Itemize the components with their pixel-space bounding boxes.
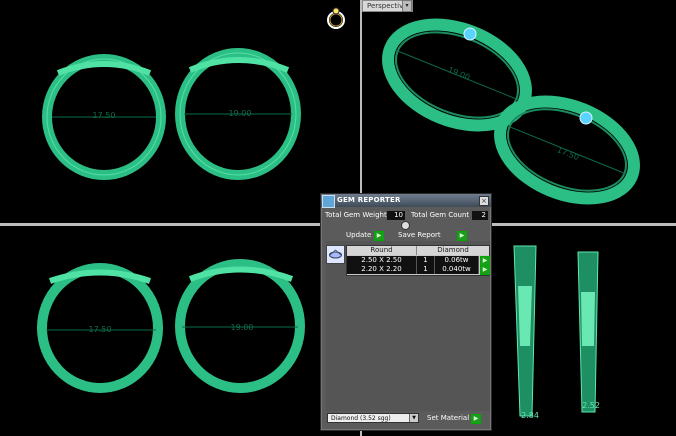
total-gem-count-label: Total Gem Count (411, 211, 470, 219)
set-material-label: Set Material (427, 414, 470, 422)
ring-size-label: 19.00 (447, 65, 472, 82)
viewport-top-left[interactable]: 17.50 19.00 (0, 0, 360, 223)
gem-count-cell: 1 (417, 256, 435, 265)
gem-thumbnail-icon[interactable] (326, 245, 345, 264)
ring-size-label: 17.50 (89, 325, 112, 334)
ring-width-label: 2.52 (582, 401, 600, 410)
total-gem-weight-label: Total Gem Weight (325, 211, 387, 219)
ring-front-view-top: 17.50 19.00 (42, 48, 301, 180)
column-header-diamond[interactable]: Diamond (417, 246, 489, 255)
ring-perspective-view: 19.00 17.50 (382, 18, 640, 205)
close-button[interactable]: × (479, 196, 489, 206)
ring-size-label: 17.50 (556, 145, 581, 162)
gem-count-cell: 1 (417, 265, 435, 274)
save-report-button[interactable]: ▶ (457, 231, 467, 241)
gem-weight-cell: 0.040tw (435, 265, 479, 274)
update-button[interactable]: ▶ (374, 231, 384, 241)
total-gem-count-value: 2 (472, 211, 488, 220)
collapse-toggle[interactable] (401, 221, 410, 230)
gem-reporter-icon (322, 195, 335, 208)
gem-reporter-titlebar[interactable]: GEM REPORTER × (321, 194, 491, 208)
gem-table: Round Diamond 2.50 X 2.50 1 0.06tw ▶ 2.2… (346, 245, 490, 276)
total-gem-weight-value: 10 (387, 211, 405, 220)
ring-width-label: 2.84 (521, 411, 539, 420)
gem-reporter-panel: GEM REPORTER × Total Gem Weight 10 Total… (320, 193, 492, 431)
gem-size-cell: 2.20 X 2.20 (347, 265, 417, 274)
view-cube-ring-icon[interactable] (326, 5, 346, 31)
viewport-bottom-left[interactable]: 17.50 19.00 (0, 226, 360, 436)
update-label: Update (346, 231, 372, 239)
ring-size-label: 17.50 (93, 111, 116, 120)
material-select[interactable]: Diamond (3.52 sgg) ▼ (327, 413, 419, 423)
material-select-value: Diamond (3.52 sgg) (331, 415, 391, 422)
save-report-label: Save Report (398, 231, 441, 239)
ring-size-label: 19.00 (231, 323, 254, 332)
ring-front-view-bottom: 17.50 19.00 (37, 259, 305, 393)
viewport-dropdown-arrow[interactable]: ▾ (402, 0, 412, 12)
row-arrow-button[interactable]: ▶ (480, 265, 490, 275)
gem-size-cell: 2.50 X 2.50 (347, 256, 417, 265)
chevron-down-icon[interactable]: ▼ (409, 414, 418, 422)
set-material-button[interactable]: ▶ (471, 414, 481, 424)
gem-weight-cell: 0.06tw (435, 256, 479, 265)
viewport-top-right[interactable]: 19.00 17.50 (362, 0, 676, 223)
panel-title: GEM REPORTER (337, 196, 401, 204)
column-header-round[interactable]: Round (347, 246, 417, 255)
ring-size-label: 19.00 (229, 109, 252, 118)
